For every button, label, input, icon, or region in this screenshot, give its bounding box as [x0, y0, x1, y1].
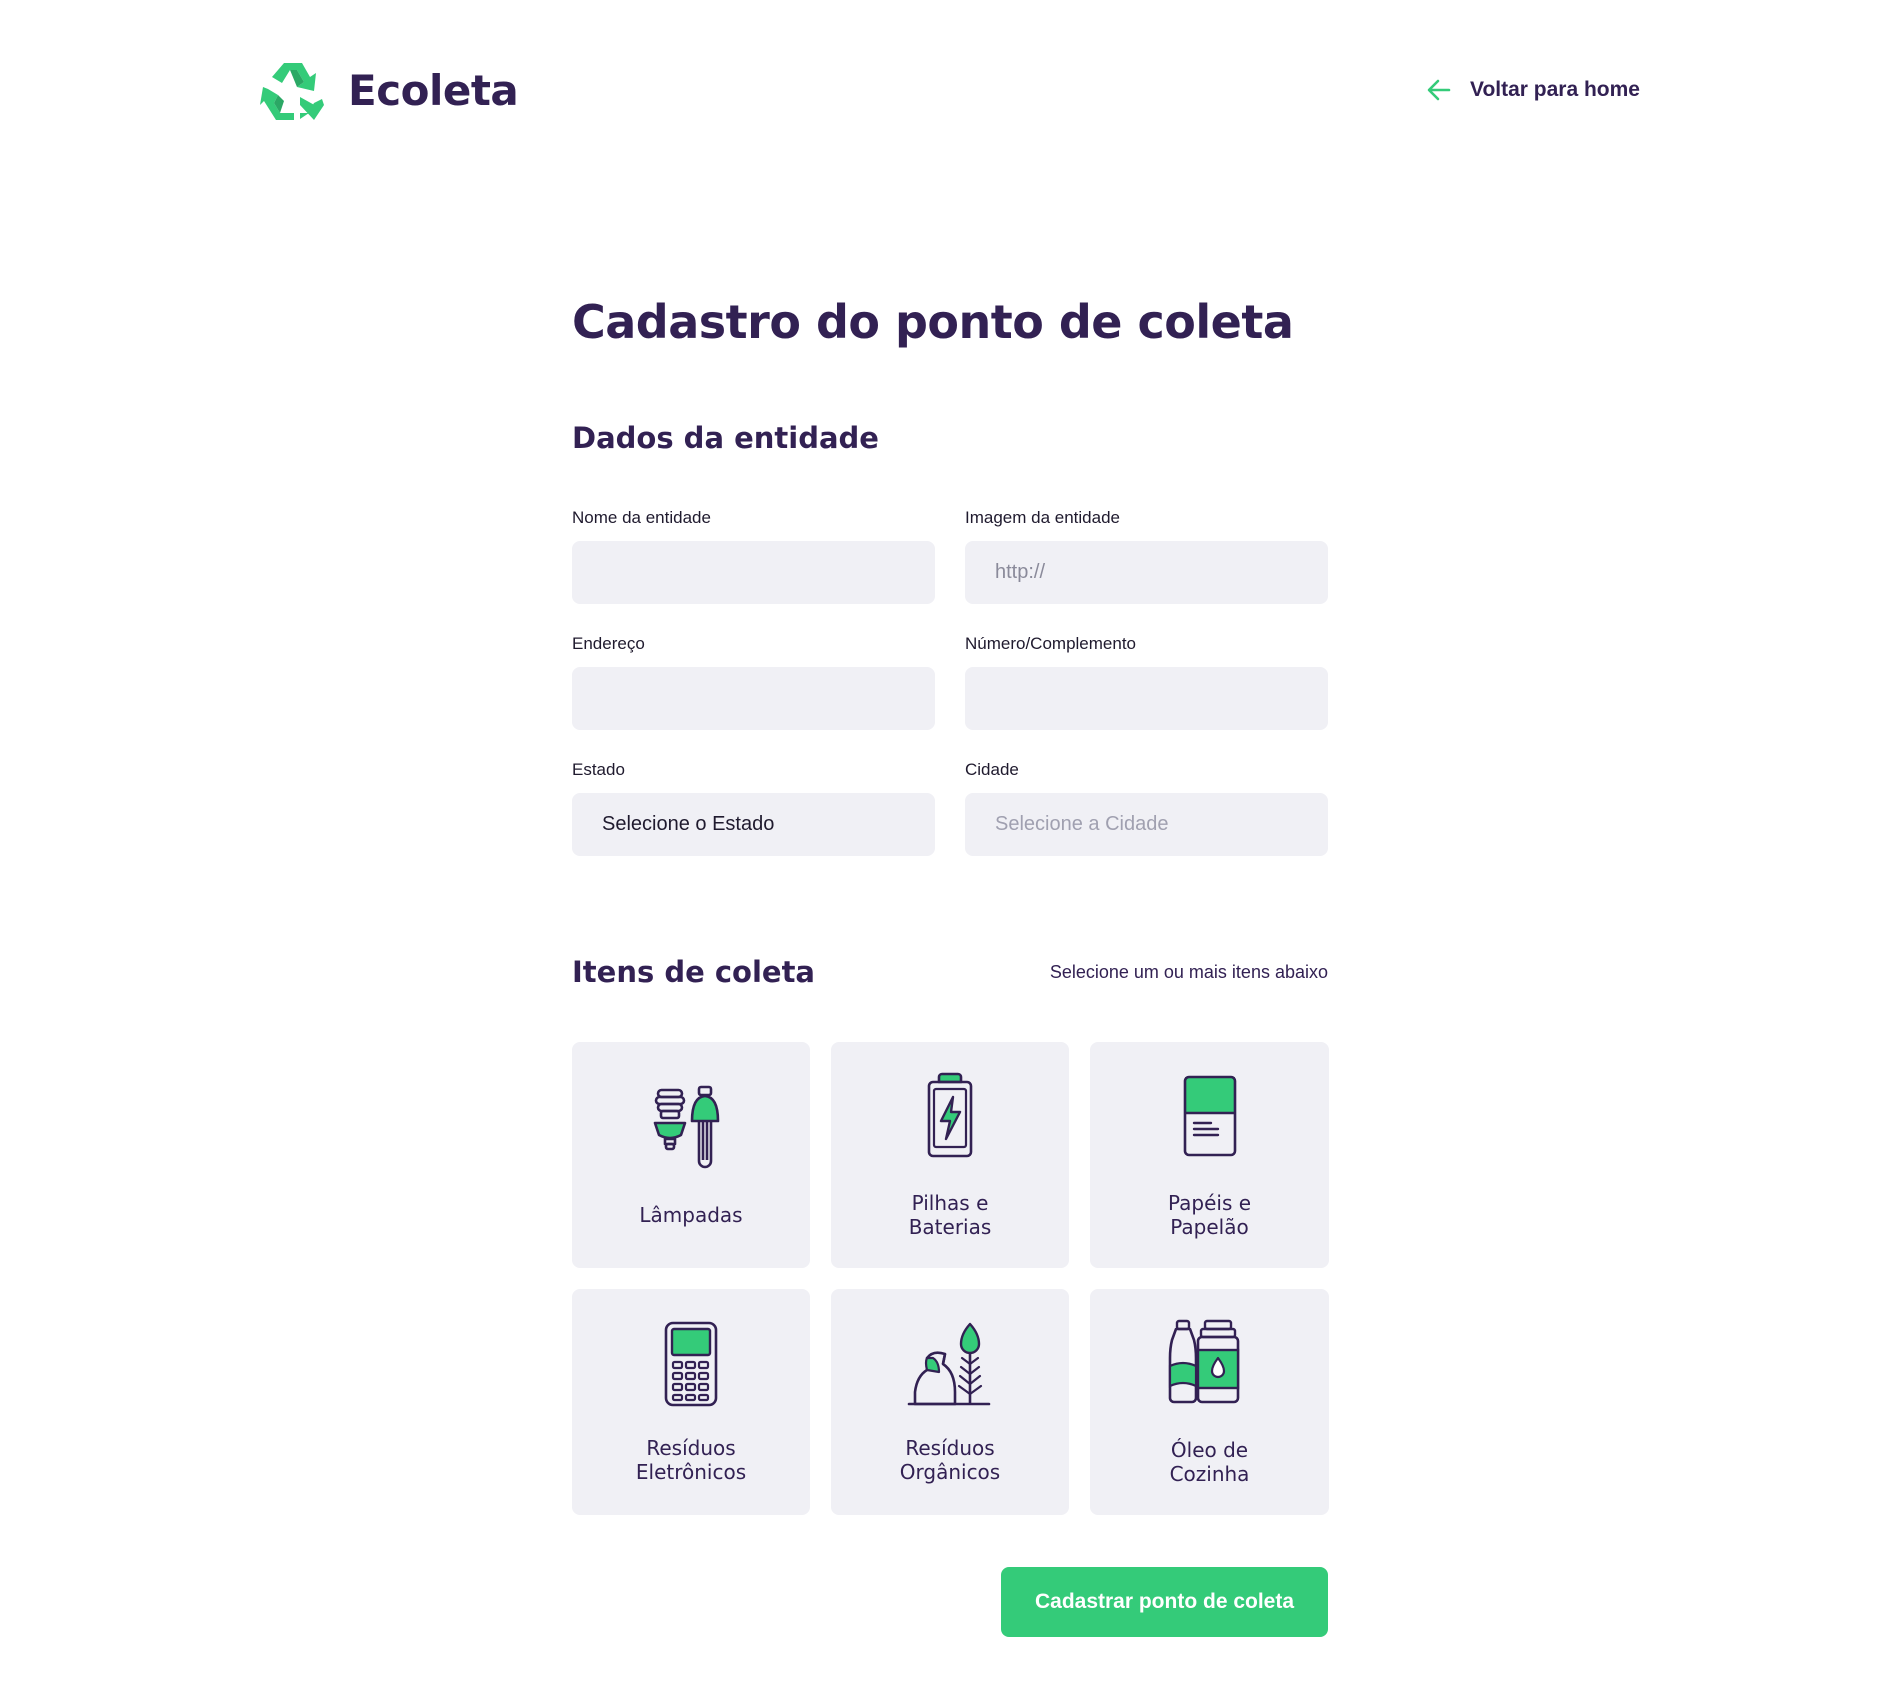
name-field-group: Nome da entidade — [572, 508, 935, 604]
organic-icon — [907, 1322, 991, 1406]
paper-icon — [1183, 1075, 1236, 1157]
battery-icon — [927, 1072, 973, 1158]
item-batteries[interactable]: Pilhas e Baterias — [831, 1042, 1069, 1268]
entity-section-title: Dados da entidade — [572, 421, 879, 455]
items-section-title: Itens de coleta — [572, 955, 816, 989]
items-section-hint: Selecione um ou mais itens abaixo — [1049, 961, 1328, 982]
entity-section-header: Dados da entidade — [572, 418, 1328, 458]
item-label: Óleo de Cozinha — [1169, 1438, 1250, 1486]
item-label: Papéis e Papelão — [1167, 1191, 1252, 1239]
back-home-label: Voltar para home — [1470, 78, 1640, 101]
address-field[interactable] — [572, 667, 935, 730]
item-electronics[interactable]: Resíduos Eletrônicos — [572, 1289, 810, 1515]
image-url-field[interactable]: http:// — [965, 541, 1328, 604]
oil-icon — [1168, 1319, 1239, 1404]
submit-row: Cadastrar ponto de coleta — [572, 1567, 1328, 1637]
item-cooking-oil[interactable]: Óleo de Cozinha — [1090, 1289, 1329, 1515]
city-field-group: Cidade Selecione a Cidade — [965, 760, 1328, 856]
address-field-group: Endereço — [572, 634, 935, 730]
page-title: Cadastro do ponto de coleta — [572, 295, 1294, 349]
number-field-label: Número/Complemento — [965, 634, 1137, 653]
item-lamps[interactable]: Lâmpadas — [572, 1042, 810, 1268]
name-field[interactable] — [572, 541, 935, 604]
electronics-icon — [664, 1321, 718, 1407]
number-field[interactable] — [965, 667, 1328, 730]
state-select[interactable]: Selecione o Estado — [572, 793, 935, 856]
item-paper[interactable]: Papéis e Papelão — [1090, 1042, 1329, 1268]
name-field-label: Nome da entidade — [572, 508, 711, 527]
item-label: Resíduos Eletrônicos — [635, 1436, 747, 1484]
state-field-group: Estado Selecione o Estado — [572, 760, 935, 856]
item-label: Pilhas e Baterias — [908, 1191, 992, 1239]
city-select[interactable]: Selecione a Cidade — [965, 793, 1328, 856]
page: Ecoleta Voltar para home Cadastro do pon… — [0, 0, 1893, 1685]
item-organic[interactable]: Resíduos Orgânicos — [831, 1289, 1069, 1515]
lamps-icon — [653, 1085, 720, 1169]
image-field-label: Imagem da entidade — [965, 508, 1120, 527]
items-section-header: Itens de coleta Selecione um ou mais ite… — [572, 952, 1328, 992]
arrow-left-icon — [1427, 79, 1451, 101]
number-field-group: Número/Complemento — [965, 634, 1328, 730]
collection-point-form: Cadastro do ponto de coleta Dados da ent… — [572, 290, 1329, 1637]
items-grid: Lâmpadas Pilhas e Baterias Papéis e Pape… — [572, 1042, 1329, 1515]
submit-button[interactable]: Cadastrar ponto de coleta — [1001, 1567, 1328, 1637]
item-label: Resíduos Orgânicos — [899, 1436, 1001, 1484]
item-label: Lâmpadas — [639, 1203, 743, 1227]
brand-name: Ecoleta — [348, 65, 519, 115]
entity-fields: Nome da entidade Imagem da entidade http… — [572, 508, 1328, 856]
header: Ecoleta Voltar para home — [260, 56, 1640, 124]
address-field-label: Endereço — [572, 634, 645, 653]
recycle-icon — [260, 63, 324, 120]
image-field-group: Imagem da entidade http:// — [965, 508, 1328, 604]
city-field-label: Cidade — [965, 760, 1019, 779]
brand: Ecoleta — [260, 59, 519, 121]
back-home-link[interactable]: Voltar para home — [1426, 77, 1640, 103]
state-field-label: Estado — [572, 760, 625, 779]
